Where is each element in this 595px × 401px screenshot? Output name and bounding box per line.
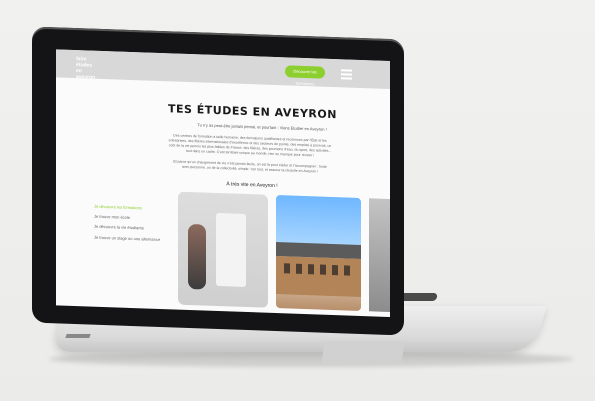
board-panel — [216, 212, 246, 287]
product-photo-background: faire études en aveyron Découvrir les fo… — [0, 0, 595, 401]
closing-line: À très vite en Aveyron ! — [226, 181, 278, 190]
building-window — [284, 263, 290, 274]
menu-line-icon — [341, 69, 352, 72]
third-photo — [369, 198, 390, 313]
building-window — [344, 265, 350, 276]
sidebar-item-internship[interactable]: Je trouve un stage ou une alternance — [94, 235, 172, 243]
laptop-shadow — [49, 351, 574, 367]
campus-building — [276, 256, 361, 297]
laptop-lid: faire études en aveyron Découvrir les fo… — [32, 26, 404, 336]
site-header: faire études en aveyron Découvrir les fo… — [56, 49, 390, 90]
building-window — [320, 264, 326, 275]
sidebar-navigation: Je découvre les formations Je trouve mon… — [94, 204, 174, 242]
sidebar-item-formations[interactable]: Je découvre les formations — [94, 204, 172, 212]
page-title: TES ÉTUDES EN AVEYRON — [168, 102, 337, 122]
student-figure — [188, 223, 206, 290]
building-window — [308, 264, 314, 275]
hamburger-icon[interactable] — [341, 67, 352, 80]
intro-paragraph: Des centres de formation à taille humain… — [168, 133, 332, 158]
laptop-screen: faire études en aveyron Découvrir les fo… — [56, 49, 390, 318]
trackpad — [321, 341, 405, 363]
sidebar-item-school[interactable]: Je trouve mon école — [94, 214, 172, 222]
menu-line-icon — [341, 73, 352, 76]
building-window — [296, 263, 302, 274]
student-photo — [178, 191, 268, 308]
logo-line-4: aveyron — [76, 74, 96, 81]
sidebar-item-student-life[interactable]: Je découvre la vie étudiante — [94, 224, 172, 232]
menu-line-icon — [341, 77, 352, 80]
site-logo[interactable]: faire études en aveyron — [76, 56, 118, 81]
discover-programs-button[interactable]: Découvrir les formations — [285, 65, 325, 86]
laptop: faire études en aveyron Découvrir les fo… — [32, 26, 422, 340]
support-paragraph: Et parce qu'un changement de vie n'est j… — [173, 159, 327, 174]
intro-subtitle: Tu n'y as peut-être jamais pensé, et pou… — [197, 122, 327, 132]
photo-gallery — [178, 191, 390, 317]
campus-photo — [276, 195, 361, 311]
building-window — [332, 264, 338, 276]
